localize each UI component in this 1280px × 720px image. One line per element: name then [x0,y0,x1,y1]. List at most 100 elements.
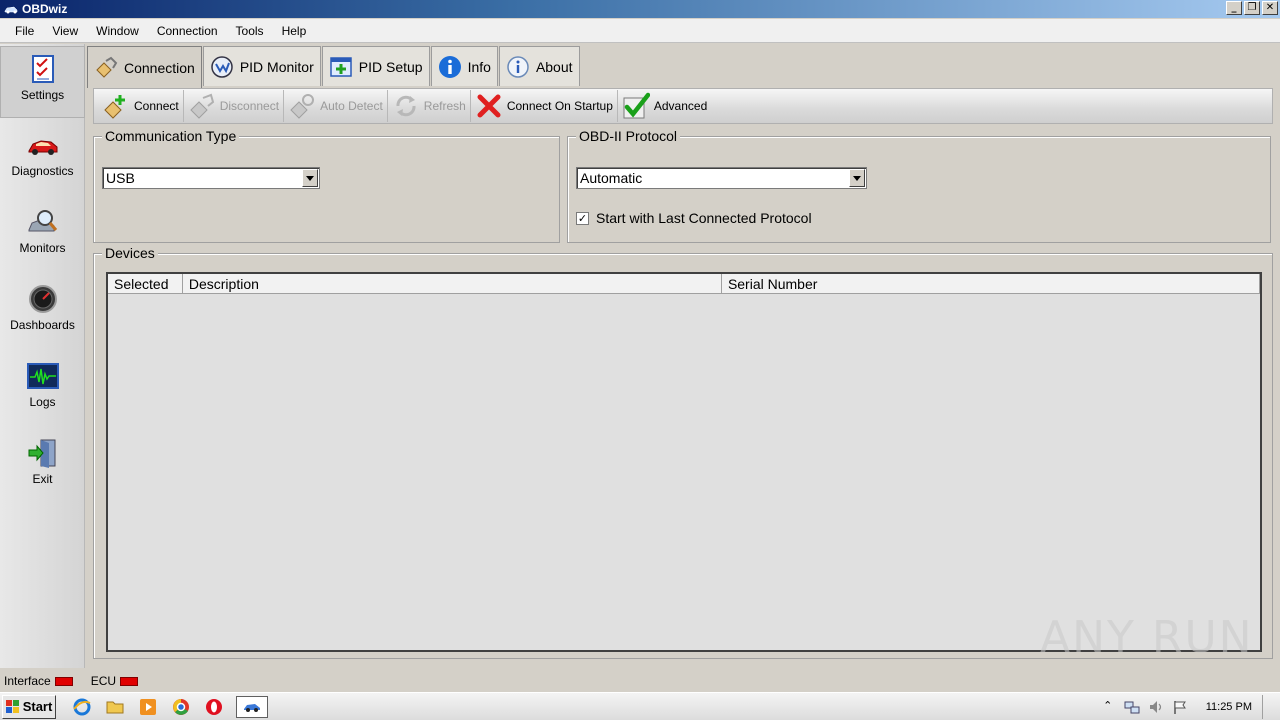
connect-button[interactable]: Connect [98,90,184,122]
communication-type-group: Communication Type USB [93,128,560,243]
sidebar-item-monitors[interactable]: Monitors [0,200,85,272]
show-hidden-icons-icon[interactable]: ⌃ [1100,699,1116,715]
sidebar-label-diagnostics: Diagnostics [11,164,74,178]
menu-tools[interactable]: Tools [227,24,273,38]
disconnect-button[interactable]: Disconnect [184,90,285,122]
green-check-icon [623,92,650,119]
show-desktop-button[interactable] [1262,695,1276,719]
pid-setup-icon [330,56,352,77]
app-car-icon [4,6,18,14]
tab-about[interactable]: About [498,46,580,86]
sidebar-item-diagnostics[interactable]: Diagnostics [0,123,85,195]
connect-on-startup-label: Connect On Startup [506,99,613,113]
tab-pid-monitor[interactable]: PID Monitor [202,46,321,86]
taskbar-obdwiz-button[interactable] [236,695,268,718]
chevron-down-icon[interactable] [849,169,865,187]
sidebar-item-dashboards[interactable]: Dashboards [0,277,85,349]
window-title: OBDwiz [22,2,68,16]
tab-label-about: About [535,58,573,75]
auto-detect-icon [290,94,315,119]
ecu-status-led [120,676,139,686]
system-tray: ⌃ 11:25 PM [1092,693,1280,720]
tab-pid-setup[interactable]: PID Setup [321,46,430,86]
devices-table-header: Selected Description Serial Number [108,274,1260,294]
sidebar-label-monitors: Monitors [19,241,66,255]
restore-button[interactable]: ❐ [1244,1,1260,15]
devices-table[interactable]: Selected Description Serial Number [106,272,1262,652]
interface-status: Interface [4,674,73,688]
column-description[interactable]: Description [183,274,722,294]
tab-connection[interactable]: Connection [87,46,202,88]
opera-icon[interactable] [204,697,224,717]
media-player-icon[interactable] [138,697,158,717]
settings-checklist-icon [31,55,54,83]
menu-window[interactable]: Window [87,24,148,38]
menu-view[interactable]: View [43,24,87,38]
window-titlebar[interactable]: OBDwiz _ ❐ ✕ [0,0,1280,18]
connect-plus-icon [104,95,125,119]
magnifier-icon [28,210,57,232]
minimize-button[interactable]: _ [1226,1,1242,15]
menu-help[interactable]: Help [273,24,316,38]
internet-explorer-icon[interactable] [72,697,92,717]
watermark: ANY RUN [1040,612,1254,663]
tab-label-info: Info [467,58,491,75]
volume-icon[interactable] [1148,699,1164,715]
interface-status-led [54,676,73,686]
tab-label-pid-setup: PID Setup [358,58,423,75]
network-icon[interactable] [1124,699,1140,715]
disconnect-icon [189,93,214,119]
interface-label: Interface [4,674,51,688]
chrome-icon[interactable] [171,697,191,717]
status-bar: Interface ECU [0,670,1280,692]
devices-title: Devices [102,245,158,261]
connection-toolbar: Connect Disconnect Auto Detect Refresh C… [93,88,1273,124]
sidebar: Settings Diagnostics Monitors Dashboards… [0,44,85,668]
sidebar-item-settings[interactable]: Settings [0,46,85,118]
info-icon [438,55,461,78]
disconnect-label: Disconnect [219,99,280,113]
communication-type-select[interactable]: USB [102,167,320,189]
obd-protocol-group: OBD-II Protocol Automatic ✓ Start with L… [567,128,1271,243]
communication-type-value: USB [106,170,135,186]
sidebar-label-logs: Logs [29,395,56,409]
window-controls: _ ❐ ✕ [1226,1,1278,15]
obd-protocol-value: Automatic [580,170,643,186]
tab-strip: Connection PID Monitor PID Setup Info Ab… [87,46,581,88]
start-last-protocol-label: Start with Last Connected Protocol [596,210,812,226]
connect-on-startup-button[interactable]: Connect On Startup [471,90,618,122]
column-serial-number[interactable]: Serial Number [722,274,1260,294]
refresh-icon [396,95,416,117]
start-button[interactable]: Start [2,694,56,719]
menu-file[interactable]: File [6,24,43,38]
tab-info[interactable]: Info [430,46,498,86]
file-explorer-icon[interactable] [105,697,125,717]
sidebar-label-dashboards: Dashboards [10,318,75,332]
close-button[interactable]: ✕ [1262,1,1278,15]
sidebar-item-exit[interactable]: Exit [0,431,85,503]
column-selected[interactable]: Selected [108,274,183,294]
ecu-label: ECU [90,674,117,688]
main-panel: Connection PID Monitor PID Setup Info Ab… [87,44,1277,668]
start-last-protocol-checkbox[interactable]: ✓ [576,211,589,225]
taskbar-clock[interactable]: 11:25 PM [1206,701,1252,713]
sidebar-item-logs[interactable]: Logs [0,354,85,426]
advanced-button[interactable]: Advanced [618,90,711,122]
obd-protocol-select[interactable]: Automatic [576,167,867,189]
menu-bar: File View Window Connection Tools Help [0,19,1280,43]
refresh-label: Refresh [423,99,466,113]
car-icon [28,140,57,155]
about-icon [507,55,529,78]
sidebar-label-exit: Exit [32,472,53,486]
exit-door-icon [28,439,55,468]
auto-detect-label: Auto Detect [320,99,383,113]
menu-connection[interactable]: Connection [148,24,227,38]
action-center-flag-icon[interactable] [1172,699,1188,715]
refresh-button[interactable]: Refresh [388,90,471,122]
sidebar-label-settings: Settings [20,88,65,102]
auto-detect-button[interactable]: Auto Detect [284,90,388,122]
tab-label-pid-monitor: PID Monitor [239,58,314,75]
devices-group: Devices Selected Description Serial Numb… [93,245,1273,659]
start-last-protocol-row[interactable]: ✓ Start with Last Connected Protocol [576,210,812,226]
chevron-down-icon[interactable] [302,169,318,187]
